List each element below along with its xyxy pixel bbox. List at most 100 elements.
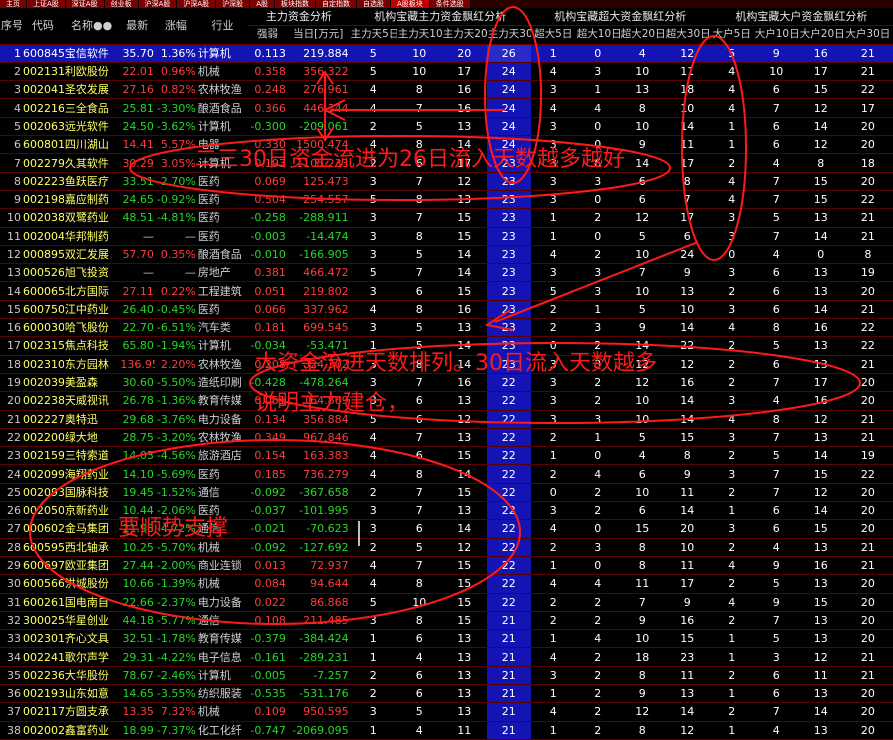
industry: 医药 [196, 190, 249, 210]
table-row[interactable]: 31 600261 国电南自 22.66 -2.37% 电力设备 0.022 86.868 5 1… [0, 593, 893, 612]
super-5d: 4 [530, 98, 576, 118]
table-row[interactable]: 32 300025 华星创业 44.18 -5.77% 通信 0.108 211.485 3 8 1… [0, 611, 893, 631]
col-header-industry[interactable]: 行业 [196, 8, 249, 45]
table-row[interactable]: 21 002227 奥特迅 29.68 -3.76% 电力设备 0.134 356.884 5 6… [0, 410, 893, 429]
stock-name: 金马集团 [63, 519, 120, 539]
main-10d: 4 [396, 721, 442, 740]
large-30d: 21 [842, 556, 893, 576]
table-row[interactable]: 12 000895 双汇发展 57.70 0.35% 酿酒食品 -0.010 -166.905… [0, 245, 893, 265]
market-tab[interactable]: 自选股 [356, 0, 391, 8]
table-row[interactable]: 19 002039 美盈森 30.60 -5.50% 造纸印刷 -0.428 -478.264… [0, 373, 893, 393]
main-30d: 24 [486, 98, 531, 118]
table-row[interactable]: 13 000526 旭飞投资 — — 房地产 0.381 466.472 5 7 14 23 3 3 7 9 3… [0, 263, 893, 283]
table-row[interactable]: 18002310东方园林136.952.20%农林牧渔0.208324.3023… [0, 355, 893, 374]
table-row[interactable]: 23 002159 三特索道 14.03 -4.56% 旅游酒店 0.154 163.383 4… [0, 446, 893, 466]
market-tab[interactable]: 板块指数 [274, 0, 316, 8]
table-row[interactable]: 25 002093 国脉科技 19.45 -1.52% 通信 -0.092 -367.658 2… [0, 483, 893, 503]
table-row[interactable]: 37 002117 方圆支承 13.35 7.32% 机械 0.109 950.595 3 5 13… [0, 702, 893, 722]
table-row[interactable]: 36 002193 山东如意 14.65 -3.55% 纺织服装 -0.535 -531.17… [0, 684, 893, 704]
col-header-large10[interactable]: 大户10日 [753, 25, 799, 45]
stock-name: 三全食品 [63, 98, 120, 118]
table-row[interactable]: 7 002279 久其软件 30.29 3.05% 计算机 0.193 1105.233 2 6 1… [0, 153, 893, 173]
market-tab[interactable]: 沪深股 [216, 0, 251, 8]
table-row[interactable]: 3 002041 圣农发展 27.16 0.82% 农林牧渔 0.248 276.961 4 8 1… [0, 80, 893, 100]
stock-name: 西北轴承 [63, 538, 120, 557]
large-10d: 8 [753, 318, 799, 338]
main-20d: 14 [441, 135, 487, 155]
col-header-super10[interactable]: 超大10日 [575, 25, 620, 45]
super-30d: 11 [664, 666, 710, 685]
table-row[interactable]: 9 002198 嘉应制药 24.65 -0.92% 医药 0.504 254.557 5 8 13… [0, 190, 893, 210]
table-row[interactable]: 14 600065 北方国际 27.11 0.22% 工程建筑 0.051 219.802 3 6… [0, 281, 893, 301]
table-row[interactable]: 8 002223 鱼跃医疗 33.51 -2.70% 医药 0.069 125.473 3 7 12… [0, 172, 893, 191]
market-tab[interactable]: 沪深A股 [177, 0, 217, 8]
col-header-main30[interactable]: 主力天30日 [486, 25, 531, 45]
table-row[interactable]: 34 002241 歌尔声学 29.31 -4.22% 电子信息 -0.161 -289.23… [0, 647, 893, 667]
today-flow: 736.279 [286, 464, 350, 484]
table-row[interactable]: 29 600697 欧亚集团 27.44 -2.00% 商业连锁 0.013 72.937 4 7… [0, 556, 893, 576]
col-header-code[interactable]: 代码 [21, 8, 64, 45]
large-10d: 7 [753, 483, 799, 503]
market-tab[interactable]: A股板块 [390, 0, 430, 8]
table-row[interactable]: 27 000602 金马集团 11.98 -4.72% 通信 -0.021 -70.623 3 6… [0, 519, 893, 539]
table-row[interactable]: 24 002099 海翔药业 14.10 -5.69% 医药 0.185 736.279 4 8 1… [0, 464, 893, 484]
row-index: 14 [0, 281, 22, 301]
table-row[interactable]: 4 002216 三全食品 25.81 -3.30% 酿酒食品 0.366 446.344 4 7… [0, 98, 893, 118]
col-header-last[interactable]: 最新 [119, 8, 155, 45]
main-20d: 15 [441, 611, 487, 631]
market-tab[interactable]: 创业板 [104, 0, 139, 8]
table-row[interactable]: 15 600750 江中药业 26.40 -0.45% 医药 0.066 337.962 4 8 1… [0, 300, 893, 320]
table-row[interactable]: 22 002200 绿大地 28.75 -3.20% 农林牧渔 0.349 967.846 4 7… [0, 428, 893, 448]
col-header-main10[interactable]: 主力天10日 [396, 25, 442, 45]
large-20d: 13 [798, 538, 843, 557]
main-10d: 8 [396, 300, 442, 320]
table-row[interactable]: 33 002301 齐心文具 32.51 -1.78% 教育传媒 -0.379 -384.42… [0, 629, 893, 649]
large-10d: 7 [753, 464, 799, 484]
col-header-large30[interactable]: 大户30日 [842, 25, 893, 45]
col-header-large5[interactable]: 大户5日 [709, 25, 754, 45]
main-10d: 8 [396, 80, 442, 100]
table-row[interactable]: 2 002131 利欧股份 22.01 0.96% 机械 0.358 356.322 5 10 17… [0, 62, 893, 82]
col-header-main5[interactable]: 主力天5日 [349, 25, 397, 45]
market-tab[interactable]: 上证A股 [27, 0, 66, 8]
table-row[interactable]: 5 002063 远光软件 24.50 -3.62% 计算机 -0.300 -209.061 2… [0, 117, 893, 137]
table-row[interactable]: 17 002315 焦点科技 65.80 -1.94% 计算机 -0.034 -53.471 1… [0, 336, 893, 356]
col-header-index[interactable]: 序号 [0, 8, 22, 45]
stock-name: 北方国际 [63, 281, 120, 301]
large-5d: 4 [709, 410, 754, 429]
table-row[interactable]: 20 002238 天威视讯 26.78 -1.36% 教育传媒 0.051 164.869 3… [0, 391, 893, 411]
table-row[interactable]: 10 002038 双鹭药业 48.51 -4.81% 医药 -0.258 -288.911 3… [0, 208, 893, 228]
large-10d: 4 [753, 153, 799, 173]
table-row[interactable]: 1 600845 宝信软件 35.70 1.36% 计算机 0.113 219.884 5 10 2… [0, 44, 893, 63]
col-header-super5[interactable]: 超大5日 [530, 25, 576, 45]
col-header-name[interactable]: 名称●● [63, 8, 120, 45]
market-tab[interactable]: 深证A股 [65, 0, 105, 8]
large-30d: 21 [842, 62, 893, 82]
table-row[interactable]: 6 600801 四川湖山 14.41 5.57% 电器 0.330 1500.474 4 8 14… [0, 135, 893, 155]
super-20d: 5 [619, 428, 665, 448]
today-flow: 324.302 [286, 355, 350, 374]
col-header-change[interactable]: 涨幅 [154, 8, 197, 45]
table-row[interactable]: 11 002004 华邦制药 — — 医药 -0.003 -14.474 3 8 15 23 1 0 5 6 3… [0, 227, 893, 246]
market-tab[interactable]: A股 [250, 0, 275, 8]
col-header-super20[interactable]: 超大20日 [619, 25, 665, 45]
main-5d: 4 [349, 556, 397, 576]
market-tab[interactable]: 主页 [0, 0, 27, 8]
col-header-super30[interactable]: 超大30日 [664, 25, 710, 45]
table-row[interactable]: 16 600030 哈飞股份 22.70 -6.51% 汽车类 0.181 699.545 3 5… [0, 318, 893, 338]
table-row[interactable]: 28 600595 西北轴承 10.25 -5.70% 机械 -0.092 -127.692 2… [0, 538, 893, 557]
table-row[interactable]: 35 002236 大华股份 78.67 -2.46% 计算机 -0.005 -7.257 2 6… [0, 666, 893, 685]
table-row[interactable]: 38 002002 鑫富药业 18.99 -7.37% 化工化纤 -0.747 -2069.0… [0, 721, 893, 740]
main-30d: 22 [486, 501, 531, 521]
industry: 教育传媒 [196, 391, 249, 411]
market-tab[interactable]: 条件选股 [429, 0, 471, 8]
col-header-today[interactable]: 当日[万元] [286, 25, 350, 45]
table-row[interactable]: 30 600566 洪城股份 10.66 -1.39% 机械 0.084 94.644 4 8 15… [0, 574, 893, 594]
market-tab[interactable]: 自定指数 [315, 0, 357, 8]
col-header-strength[interactable]: 强弱 [248, 25, 287, 45]
table-row[interactable]: 26 002050 京新药业 10.44 -2.06% 医药 -0.037 -101.995 3… [0, 501, 893, 521]
market-tab[interactable]: 沪深A股 [138, 0, 178, 8]
col-header-large20[interactable]: 大户20日 [798, 25, 843, 45]
col-header-main20[interactable]: 主力天20日 [441, 25, 487, 45]
main-30d: 22 [486, 519, 531, 539]
